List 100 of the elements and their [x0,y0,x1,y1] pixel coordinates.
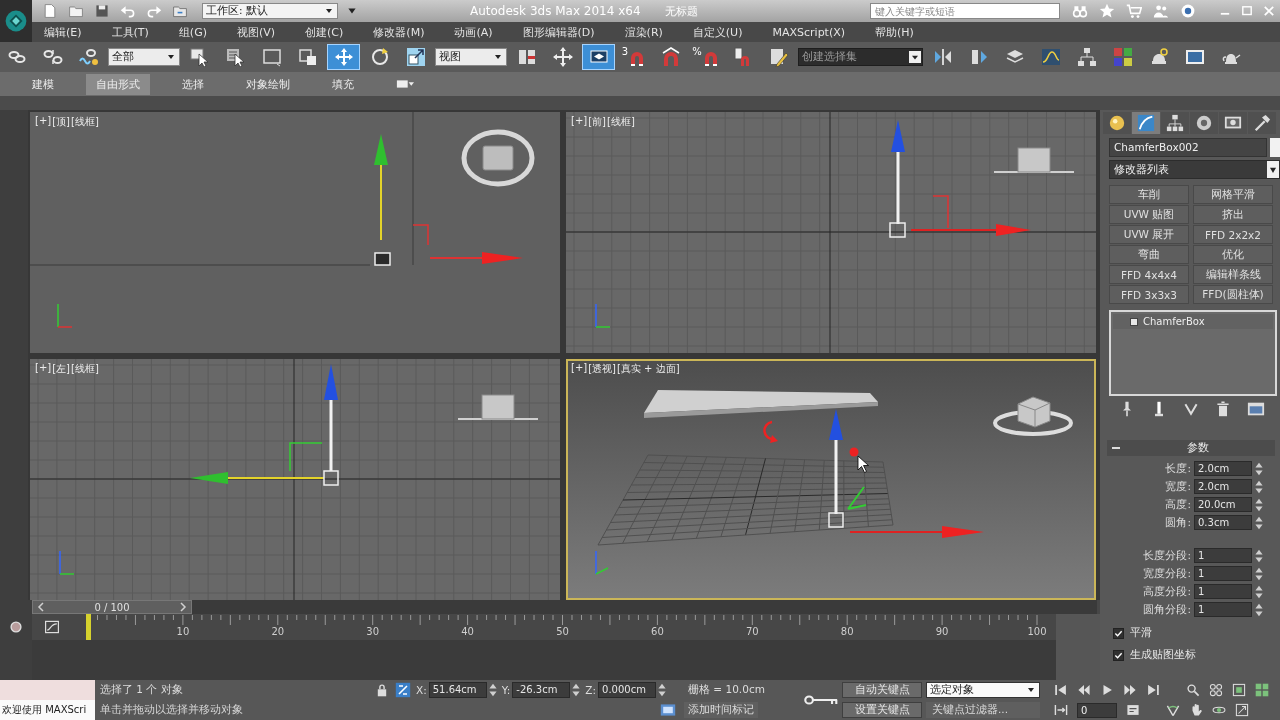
curve-box-icon[interactable] [44,619,60,635]
v-mark-icon[interactable] [1183,401,1199,417]
menu-item[interactable]: 帮助(H) [863,22,926,42]
framed-square-icon[interactable] [1232,683,1246,697]
selection-set-dropdown[interactable]: 创建选择集 [798,48,923,66]
menu-item[interactable]: 渲染(R) [612,22,675,42]
parameter-field[interactable]: 2.0cm [1194,479,1252,494]
chevron-left-icon[interactable] [36,602,46,612]
viewcube[interactable] [993,396,1073,436]
modifier-button[interactable]: UVW 展开 [1109,225,1189,244]
spinner-icon[interactable] [1255,548,1263,563]
object-name-field[interactable]: ChamferBox002 [1109,138,1267,157]
modifier-button[interactable]: FFD 3x3x3 [1109,285,1189,304]
modifier-button[interactable]: 弯曲 [1109,245,1189,264]
parameter-field[interactable]: 1 [1194,548,1252,563]
folder-icon[interactable] [172,3,188,19]
fast-forward-icon[interactable] [1123,683,1137,697]
viewport-label[interactable]: [线框] [607,115,635,129]
window-icon[interactable] [660,702,676,718]
viewport-label[interactable]: [+] [571,115,588,129]
viewcube[interactable] [457,394,539,420]
viewport-label[interactable]: [顶] [52,115,70,129]
four-squares-icon[interactable] [1255,683,1269,697]
parameter-field[interactable]: 1 [1194,566,1252,581]
parameter-field[interactable]: 0.3cm [1194,515,1252,530]
checkbox[interactable] [1113,627,1124,639]
toolbar-dropdown[interactable]: 视图 [435,48,507,66]
spinner-icon[interactable] [1255,584,1263,599]
modifier-button[interactable]: FFD(圆柱体) [1193,285,1273,304]
snap-button[interactable]: 3 [618,44,651,70]
workspace-dropdown[interactable]: 工作区: 默认 [202,3,338,19]
star-icon[interactable] [1099,3,1115,19]
viewport-label[interactable]: [+] [35,362,52,376]
viewport[interactable]: [+][前][线框] [566,112,1096,353]
viewport[interactable]: [+][左][线框] [30,359,560,600]
trash-icon[interactable] [1215,401,1231,417]
viewcube[interactable] [461,129,535,187]
rewind-icon[interactable] [1077,683,1091,697]
viewport-label[interactable]: [透视] [588,362,616,376]
ring-icon[interactable] [1180,3,1196,19]
toolbar-dropdown[interactable]: 全部 [108,48,180,66]
new-file-icon[interactable] [42,3,58,19]
search-field[interactable]: 键入关键字或短语 [870,3,1060,19]
menu-item[interactable]: 视图(V) [224,22,288,42]
viewport-label[interactable]: [前] [588,115,606,129]
auto-key-button[interactable]: 自动关键点 [842,682,922,698]
menu-item[interactable]: 编辑(E) [32,22,94,42]
parameter-field[interactable]: 2.0cm [1194,461,1252,476]
maxscript-output-field[interactable]: 欢迎使用 MAXScri [0,700,95,720]
viewport[interactable]: [+][透视][真实 + 边面] [566,359,1096,600]
move-gizmo[interactable] [190,364,339,486]
viewport[interactable]: [+][顶][线框] [30,112,560,353]
open-folder-icon[interactable] [68,3,84,19]
bar-arrow-icon[interactable] [1054,703,1068,717]
menu-item[interactable]: 修改器(M) [361,22,437,42]
ribbon-tab[interactable]: 填充 [322,73,364,95]
viewport-label[interactable]: [线框] [71,362,99,376]
key-target-dropdown[interactable]: 选定对象 [926,682,1040,698]
lock-icon[interactable] [375,683,389,697]
modifier-button[interactable]: 编辑样条线 [1193,265,1273,284]
application-button[interactable] [0,0,32,42]
chamfer-box-object[interactable] [644,390,878,418]
command-panel-tab[interactable] [1132,112,1160,134]
move-gizmo[interactable] [828,409,984,538]
command-panel-tab[interactable] [1248,112,1276,134]
menu-item[interactable]: 组(G) [166,22,219,42]
coordinate-field[interactable]: 51.64cm [428,682,487,698]
spinner-icon[interactable] [1255,566,1263,581]
frame-field[interactable]: 0 [1077,702,1117,718]
expand-arrow-icon[interactable] [1235,703,1249,717]
command-panel-tab[interactable] [1219,112,1247,134]
spinner-icon[interactable] [1255,515,1263,530]
viewport-label[interactable]: [+] [571,362,588,376]
angle-icon[interactable] [1166,703,1180,717]
spinner-icon[interactable] [1255,497,1263,512]
menu-item[interactable]: 创建(C) [293,22,356,42]
parameter-field[interactable]: 1 [1194,602,1252,617]
parameter-field[interactable]: 20.0cm [1194,497,1252,512]
magnifier-icon[interactable] [1186,683,1200,697]
viewport-label[interactable]: [+] [35,115,52,129]
checkbox[interactable] [1113,649,1124,661]
menu-item[interactable]: 动画(A) [442,22,505,42]
viewcube[interactable] [993,147,1075,173]
coordinate-field[interactable]: 0.000cm [598,682,657,698]
coordinate-field[interactable]: -26.3cm [512,682,571,698]
object-color-swatch[interactable] [1270,138,1280,157]
command-panel-tab[interactable] [1103,112,1131,134]
modifier-button[interactable]: 挤出 [1193,205,1273,224]
slash-square-icon[interactable] [395,682,411,698]
spinner-icon[interactable] [1255,461,1263,476]
chevron-right-icon[interactable] [178,602,188,612]
viewport-label[interactable]: [真实 + 边面] [617,362,680,376]
time-slider-thumb[interactable]: 0 / 100 [32,600,192,614]
set-key-button[interactable]: 设置关键点 [842,702,922,718]
skip-back-icon[interactable] [1054,683,1068,697]
move-gizmo[interactable] [889,120,1031,238]
modifier-button[interactable]: FFD 4x4x4 [1109,265,1189,284]
parameter-field[interactable]: 1 [1194,584,1252,599]
shortcut-button[interactable] [582,44,615,70]
save-icon[interactable] [94,3,110,19]
